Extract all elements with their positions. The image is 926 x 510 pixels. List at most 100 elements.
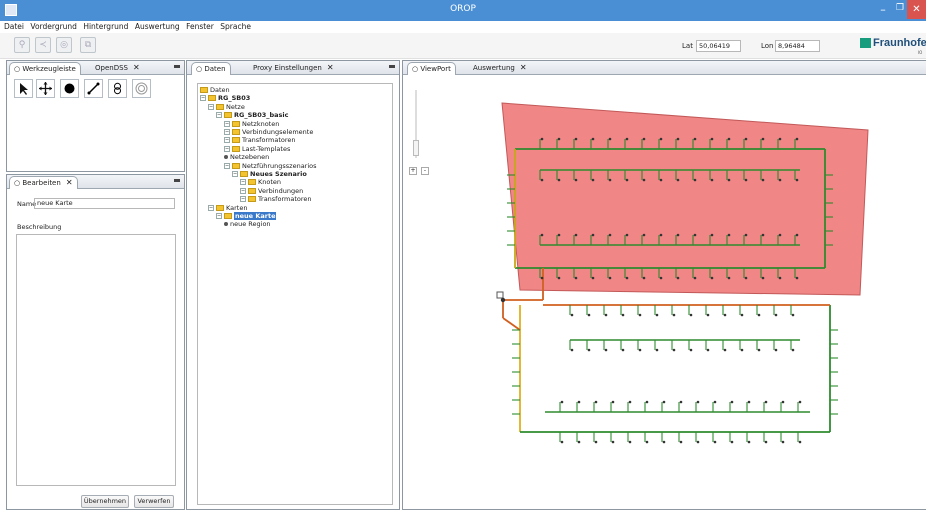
toolbar: ⚲ ≺ ◎ ⧉ Lat 50,06419 Lon 8,96484 [0, 33, 926, 59]
network-icon[interactable]: ⚲ [14, 37, 30, 53]
title-bar: OROP – ❐ ✕ [0, 0, 926, 21]
load-node [611, 400, 615, 404]
tab-proxy-einstellungen[interactable]: Proxy Einstellungen ✕ [249, 62, 338, 75]
expand-toggle-icon[interactable]: − [240, 196, 246, 203]
minimize-panel-icon[interactable] [174, 65, 180, 68]
load-node [757, 348, 761, 352]
load-tool[interactable] [132, 79, 151, 98]
tree-node-label: RG_SB03_basic [234, 111, 289, 120]
expand-toggle-icon[interactable]: − [208, 103, 214, 110]
load-node [655, 348, 659, 352]
load-node [540, 233, 544, 237]
load-node [642, 137, 646, 141]
tree-node[interactable]: − Transformatoren [240, 195, 312, 204]
load-node [662, 440, 666, 444]
window-title: OROP [450, 4, 476, 14]
expand-toggle-icon[interactable]: − [224, 145, 230, 152]
apply-button[interactable]: Übernehmen [81, 495, 129, 508]
load-node [574, 233, 578, 237]
tree-node-label: Knoten [258, 178, 282, 187]
folder-icon [216, 103, 224, 110]
expand-toggle-icon[interactable]: − [240, 179, 246, 186]
load-node [560, 400, 564, 404]
expand-toggle-icon[interactable]: − [224, 120, 230, 127]
lon-field[interactable]: 8,96484 [775, 40, 820, 52]
load-node [740, 313, 744, 317]
load-node [764, 440, 768, 444]
minimize-button[interactable]: – [876, 3, 890, 16]
tab-daten[interactable]: ○ Daten [191, 62, 231, 75]
load-node [676, 137, 680, 141]
transformer-node [500, 297, 506, 303]
load-node [625, 178, 629, 182]
expand-toggle-icon[interactable]: − [216, 112, 222, 119]
menu-sprache[interactable]: Sprache [220, 21, 251, 33]
region-polygon [501, 102, 869, 296]
load-node [577, 440, 581, 444]
line-tool[interactable] [84, 79, 103, 98]
load-node [676, 276, 680, 280]
tree-node-label: Netzknoten [242, 119, 280, 128]
line-icon [87, 82, 100, 95]
load-node [570, 348, 574, 352]
export-icon[interactable]: ⧉ [80, 37, 96, 53]
tree-node-label: Neues Szenario [250, 170, 307, 178]
load-node [761, 137, 765, 141]
load-node [778, 137, 782, 141]
menu-datei[interactable]: Datei [4, 21, 24, 33]
load-node [638, 313, 642, 317]
load-node [761, 233, 765, 237]
load-node [781, 440, 785, 444]
discard-button[interactable]: Verwerfen [134, 495, 174, 508]
tab-opendss[interactable]: OpenDSS ✕ [91, 62, 144, 75]
load-node [764, 400, 768, 404]
tab-bearbeiten[interactable]: ○ Bearbeiten ✕ [9, 176, 78, 189]
share-icon[interactable]: ≺ [35, 37, 51, 53]
select-tool[interactable] [14, 79, 33, 98]
load-node [621, 313, 625, 317]
transformer-tool[interactable] [108, 79, 127, 98]
network-map[interactable] [403, 72, 926, 510]
expand-toggle-icon[interactable]: − [232, 171, 238, 177]
load-node [744, 178, 748, 182]
lat-field[interactable]: 50,06419 [696, 40, 741, 52]
load-node [723, 313, 727, 317]
close-button[interactable]: ✕ [907, 0, 926, 19]
settings-icon[interactable]: ◎ [56, 37, 72, 53]
description-textarea[interactable] [16, 234, 176, 486]
expand-toggle-icon[interactable]: − [240, 187, 246, 194]
expand-toggle-icon[interactable]: − [208, 204, 214, 211]
folder-icon [248, 187, 256, 194]
load-node [662, 400, 666, 404]
menu-hintergrund[interactable]: Hintergrund [83, 21, 128, 33]
expand-toggle-icon[interactable]: − [216, 213, 222, 219]
move-tool[interactable] [36, 79, 55, 98]
minimize-panel-icon[interactable] [174, 179, 180, 182]
minimize-panel-icon[interactable] [389, 65, 395, 68]
load-node [795, 137, 799, 141]
load-node [757, 313, 761, 317]
load-node [594, 440, 598, 444]
tree-node-label: Netze [226, 102, 245, 111]
load-node [638, 348, 642, 352]
menu-fenster[interactable]: Fenster [186, 21, 214, 33]
expand-toggle-icon[interactable]: − [200, 95, 206, 102]
expand-toggle-icon[interactable]: − [224, 162, 230, 169]
load-node [723, 348, 727, 352]
load-node [628, 400, 632, 404]
name-field[interactable]: neue Karte [34, 198, 175, 209]
lat-label: Lat [682, 42, 693, 50]
close-tab-icon: ✕ [65, 178, 73, 187]
transformer-node [496, 291, 504, 299]
menu-vordergrund[interactable]: Vordergrund [30, 21, 77, 33]
expand-toggle-icon[interactable]: − [224, 137, 230, 144]
load-node [574, 276, 578, 280]
node-tool[interactable] [60, 79, 79, 98]
tab-werkzeugleiste[interactable]: ○ Werkzeugleiste [9, 62, 81, 75]
expand-toggle-icon[interactable]: − [224, 129, 230, 135]
move-arrows-icon [39, 82, 52, 95]
tree-node-label: Daten [210, 86, 230, 94]
tree-node[interactable]: neue Region [224, 220, 271, 229]
menu-auswertung[interactable]: Auswertung [135, 21, 180, 33]
maximize-button[interactable]: ❐ [893, 3, 907, 13]
